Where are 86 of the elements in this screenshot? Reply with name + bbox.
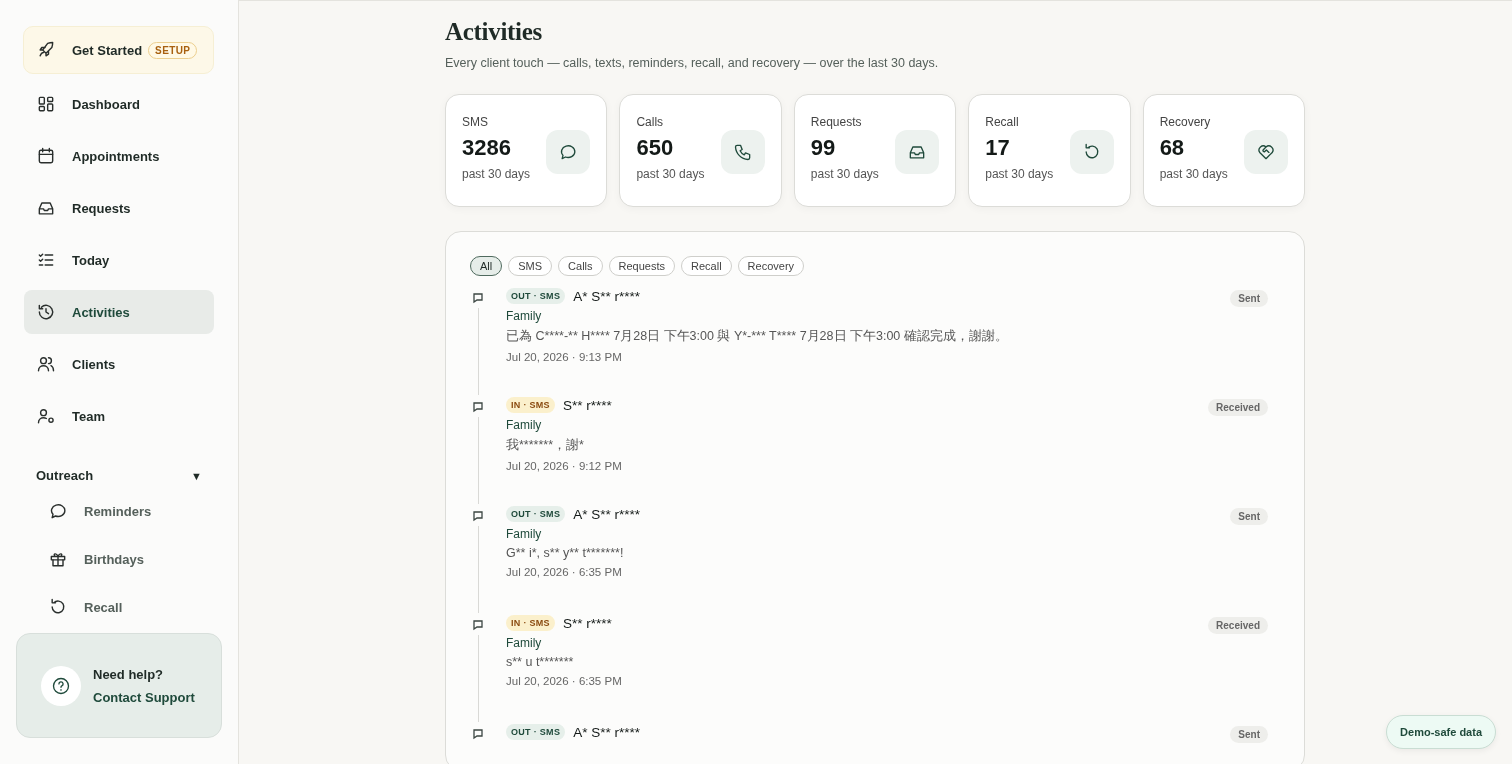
client-name: A* S** r**** (573, 506, 640, 522)
page-subtitle: Every client touch — calls, texts, reminders, recall, and recovery — over the last 30 days. (445, 56, 940, 70)
client-name: A* S** r**** (573, 288, 640, 304)
timestamp: Jul 20, 2026 · 6:35 PM (506, 675, 623, 687)
status-badge: Received (1208, 617, 1268, 634)
message-icon (470, 399, 486, 415)
nav-item[interactable]: Dashboard (24, 82, 214, 126)
nav-item[interactable]: Requests (24, 186, 214, 230)
help-icon (41, 665, 81, 706)
history-icon (36, 302, 56, 322)
client-name: S** r**** (562, 615, 612, 631)
stat-value: 68 (1159, 135, 1186, 161)
stat-label: Calls (636, 115, 665, 129)
direction-tag: IN · SMS (506, 397, 555, 413)
message-icon (470, 726, 486, 742)
get-started-label: Get Started (72, 42, 143, 58)
direction-tag: OUT · SMS (506, 288, 566, 304)
message-icon (470, 290, 486, 306)
filter-chip[interactable]: Recall (681, 256, 732, 276)
client-group: Family (506, 636, 1209, 650)
timestamp: Jul 20, 2026 · 9:12 PM (506, 460, 623, 472)
stat-label: SMS (462, 115, 489, 129)
inbox-icon (895, 130, 940, 174)
client-group: Family (506, 418, 1209, 432)
client-group: Family (506, 527, 1231, 541)
message-text: 我*******，謝* (506, 437, 585, 454)
stat-period: past 30 days (985, 167, 1054, 181)
client-name: S** r**** (562, 397, 612, 413)
stat-label: Requests (810, 115, 863, 129)
nav-item[interactable]: Appointments (24, 134, 214, 178)
direction-tag: OUT · SMS (506, 506, 566, 522)
status-badge: Sent (1230, 290, 1268, 307)
client-name: A* S** r**** (573, 724, 640, 740)
nav-item[interactable]: Birthdays (24, 539, 214, 579)
message-text: 已為 C****-** H**** 7月28日 下午3:00 與 Y*-*** T**** 7月28日 下午3:00 確認完成，謝謝。 (506, 328, 1009, 345)
nav-item[interactable]: Team (24, 394, 214, 438)
outreach-section-toggle[interactable]: Outreach ▼ (24, 468, 214, 483)
heart-handshake-icon (1244, 130, 1289, 174)
stat-period: past 30 days (810, 167, 879, 181)
refresh-icon (1069, 130, 1114, 174)
stat-value: 17 (985, 135, 1011, 161)
stat-label: Recall (985, 115, 1020, 129)
stat-value: 99 (810, 135, 837, 161)
stat-label: Recovery (1159, 115, 1212, 129)
stat-value: 650 (636, 135, 675, 161)
chat-bubble-icon (48, 501, 68, 521)
message-text: G** i*, s** y** t*******! (506, 546, 625, 560)
timestamp: Jul 20, 2026 · 6:35 PM (506, 566, 623, 578)
filter-chip[interactable]: SMS (508, 256, 553, 276)
user-gear-icon (36, 406, 56, 426)
direction-tag: OUT · SMS (506, 724, 566, 740)
users-icon (36, 354, 56, 374)
nav-item[interactable]: Recall (24, 587, 214, 627)
message-icon (470, 617, 486, 633)
direction-tag: IN · SMS (506, 615, 555, 631)
page-title: Activities (445, 18, 543, 46)
client-group: Family (506, 309, 1231, 323)
status-badge: Sent (1230, 726, 1268, 743)
nav-item[interactable]: Reminders (24, 491, 214, 531)
filter-chip[interactable]: Calls (558, 256, 603, 276)
contact-support-link[interactable]: Contact Support (93, 689, 195, 705)
demo-data-badge: Demo-safe data (1386, 715, 1496, 749)
filter-chip[interactable]: Recovery (737, 256, 805, 276)
phone-icon (720, 130, 765, 174)
status-badge: Sent (1230, 508, 1268, 525)
filter-chip[interactable]: Requests (608, 256, 675, 276)
nav-item[interactable]: Activities (24, 290, 214, 334)
calendar-icon (36, 146, 56, 166)
message-icon (470, 508, 486, 524)
stat-period: past 30 days (462, 167, 531, 181)
message-text: s** u t******* (506, 655, 575, 669)
setup-badge: SETUP (148, 41, 198, 59)
help-title: Need help? (93, 666, 165, 682)
stat-value: 3286 (462, 135, 512, 161)
stat-period: past 30 days (1159, 167, 1228, 181)
stat-period: past 30 days (636, 167, 705, 181)
status-badge: Received (1208, 399, 1268, 416)
grid-icon (36, 94, 56, 114)
nav-item[interactable]: Clients (24, 342, 214, 386)
nav-item[interactable]: Today (24, 238, 214, 282)
timestamp: Jul 20, 2026 · 9:13 PM (506, 351, 623, 363)
get-started-item[interactable]: Get Started SETUP (23, 26, 214, 74)
outreach-label: Outreach (36, 468, 94, 483)
filter-chip[interactable]: All (470, 256, 503, 276)
caret-icon: ▼ (191, 469, 202, 482)
chat-bubble-icon (546, 130, 591, 174)
